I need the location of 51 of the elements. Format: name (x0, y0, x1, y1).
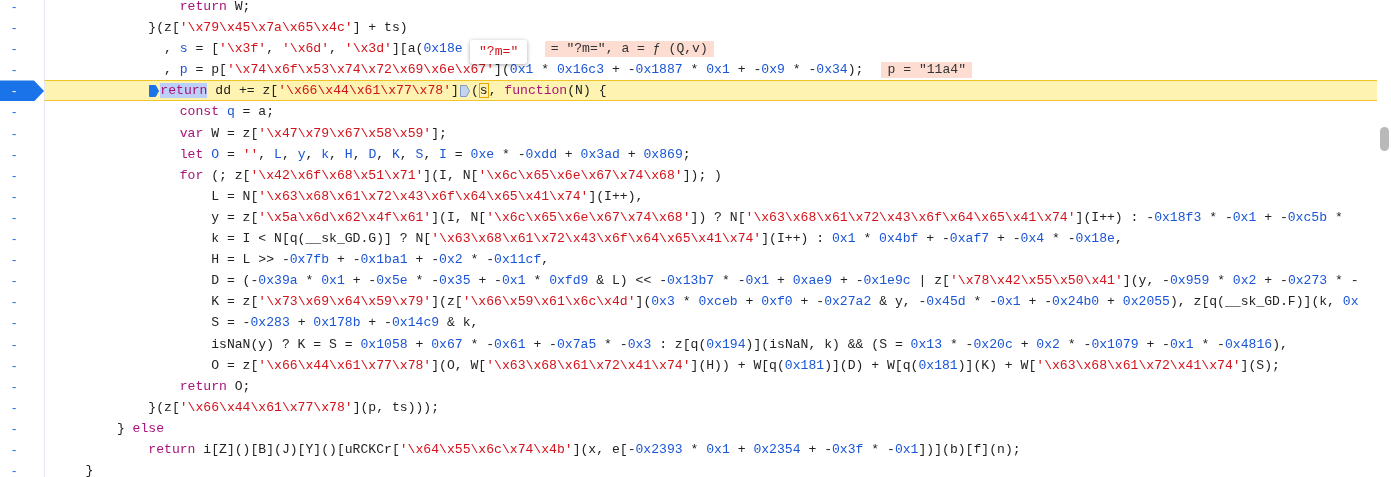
code-line: let O = '', L, y, k, H, D, K, S, I = 0xe * -0xdd + 0x3ad + 0x869; (179, 145, 691, 164)
code-line: , s = ['\x3f', '\x6d', '\x3d'][a(0x18e (164, 40, 463, 59)
code-line: } else (116, 419, 165, 438)
code-line: D = (-0x39a * 0x1 + -0x5e * -0x35 + -0x1 * 0xfd9 & L) << -0x13b7 * -0x1 + 0xae9 + -0x1e9c | z['\x78\x42\x55\x50\x41'](y, -0x959 * 0x2 + -0x273 * - (211, 272, 1359, 291)
code-line: for (; z['\x42\x6f\x68\x51\x71'](I, N['\x6c\x65\x6e\x67\x74\x68']); ) (179, 166, 722, 185)
code-line: (s, function(N) { (470, 82, 607, 101)
line-marker[interactable]: - (0, 396, 44, 418)
line-marker[interactable]: - (0, 354, 44, 376)
line-marker[interactable]: - (0, 333, 44, 355)
line-marker[interactable]: - (0, 185, 44, 207)
code-line: return W; (179, 0, 251, 16)
code-line: isNaN(y) ? K = S = 0x1058 + 0x67 * -0x61 + -0x7a5 * -0x3 : z[q(0x194)](isNaN, k) && (S = 0x13 * -0x20c + 0x2 * -0x1079 + -0x1 * -0x4816), (211, 335, 1288, 354)
line-marker[interactable]: - (0, 143, 44, 165)
code-line: const q = a; (179, 103, 275, 122)
code-line: return O; (179, 377, 251, 396)
line-marker[interactable]: - (0, 291, 44, 313)
line-marker[interactable]: - (0, 59, 44, 81)
inline-value: = "?m=", a = ƒ (Q,v) (544, 40, 714, 57)
code-line: k = I < N[q(__sk_GD.G)] ? N['\x63\x68\x61\x72\x43\x6f\x64\x65\x41\x74'](I++) : 0x1 * 0x4bf + -0xaf7 + -0x4 * -0x18e, (211, 230, 1123, 249)
code-line: K = z['\x73\x69\x64\x59\x79'](z['\x66\x59\x61\x6c\x4d'](0x3 * 0xceb + 0xf0 + -0x27a2 & y, -0x45d * -0x1 + -0x24b0 + 0x2055), z[q(__sk_GD.F)](k, 0x (211, 293, 1359, 312)
inline-value: p = "11a4" (881, 61, 973, 78)
code-line: }(z['\x66\x44\x61\x77\x78'](p, ts))); (148, 398, 440, 417)
code-line: return dd += z['\x66\x44\x61\x77\x78'] (160, 82, 459, 101)
code-line: return i[Z]()[B](J)[Y]()[uRCKCr['\x64\x55\x6c\x74\x4b'](x, e[-0x2393 * 0x1 + 0x2354 + -0x3f * -0x1])](b)[f](n); (148, 440, 1021, 459)
line-marker[interactable]: - (0, 122, 44, 144)
line-marker[interactable]: - (0, 312, 44, 334)
code-line: y = z['\x5a\x6d\x62\x4f\x61'](I, N['\x6c\x65\x6e\x67\x74\x68']) ? N['\x63\x68\x61\x72\x43\x6f\x64\x65\x41\x74'](I++) : -0x18f3 * -0x1 + -0xc5b * (211, 208, 1343, 227)
line-marker[interactable]: - (0, 0, 44, 18)
code-line: var W = z['\x47\x79\x67\x58\x59']; (179, 124, 447, 143)
code-line: }(z['\x79\x45\x7a\x65\x4c'] + ts) (148, 19, 408, 38)
line-marker[interactable]: - (0, 228, 44, 250)
line-marker[interactable]: - (0, 438, 44, 461)
line-marker[interactable]: - (0, 460, 44, 477)
code-line: O = z['\x66\x44\x61\x77\x78'](O, W['\x63\x68\x61\x72\x41\x74'](H)) + W[q(0x181)](D) + W[q(0x181)](K) + W['\x63\x68\x61\x72\x41\x74'](S); (211, 356, 1280, 375)
breakpoint-marker-icon[interactable] (459, 83, 470, 98)
line-marker[interactable]: - (0, 249, 44, 271)
value-tooltip: "?m=" (470, 40, 528, 64)
code-line: , p = p['\x74\x6f\x53\x74\x72\x69\x6e\x67'](0x1 * 0x16c3 + -0x1887 * 0x1 + -0x9 * -0x34); (164, 61, 864, 80)
line-marker[interactable]: - (0, 417, 44, 439)
line-marker[interactable]: - (0, 101, 44, 123)
line-marker[interactable]: - (0, 164, 44, 186)
code-line: H = L >> -0x7fb + -0x1ba1 + -0x2 * -0x11cf, (211, 251, 550, 270)
code-line: S = -0x283 + 0x178b + -0x14c9 & k, (211, 314, 479, 333)
line-marker[interactable]: - (0, 206, 44, 229)
scrollbar-thumb[interactable] (1380, 127, 1389, 151)
line-marker[interactable]: - (0, 17, 44, 39)
line-marker[interactable]: - (0, 38, 44, 60)
line-marker[interactable]: - (0, 270, 44, 292)
code-line: } (85, 462, 94, 477)
line-marker[interactable]: - (0, 375, 44, 397)
code-line: L = N['\x63\x68\x61\x72\x43\x6f\x64\x65\x41\x74'](I++), (211, 187, 644, 206)
